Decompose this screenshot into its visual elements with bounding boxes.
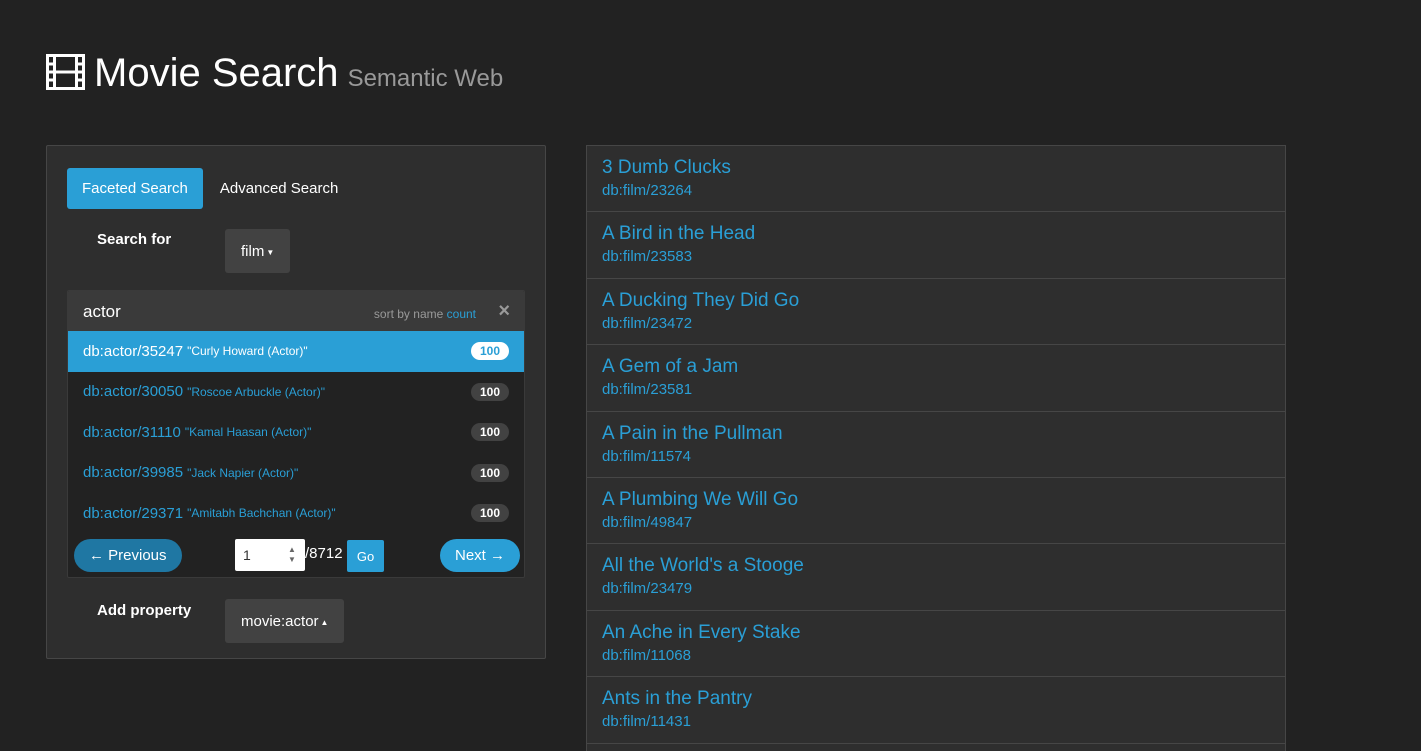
- count-badge: 100: [471, 382, 509, 401]
- result-title-link[interactable]: A Bird in the Head: [602, 223, 1270, 245]
- result-id[interactable]: db:film/11431: [602, 713, 1270, 730]
- results-list: 3 Dumb Clucks db:film/23264 A Bird in th…: [586, 145, 1286, 751]
- facet-item-name: "Kamal Haasan (Actor)": [184, 425, 312, 440]
- app-title: Movie Search: [94, 51, 339, 95]
- facet-item-name: "Curly Howard (Actor)": [187, 344, 308, 359]
- result-item[interactable]: A Plumbing We Will Go db:film/49847: [587, 478, 1285, 545]
- facet-item-id: db:actor/35247: [83, 342, 184, 360]
- page-stepper[interactable]: ▲ ▼: [285, 545, 299, 565]
- facet-item-name: "Jack Napier (Actor)": [187, 465, 299, 480]
- previous-button[interactable]: ← Previous: [74, 539, 182, 572]
- result-title-link[interactable]: Ants in the Pantry: [602, 688, 1270, 710]
- facet-item-id: db:actor/29371: [83, 504, 184, 522]
- result-item[interactable]: Ants in the Pantry db:film/11431: [587, 677, 1285, 744]
- result-title-link[interactable]: An Ache in Every Stake: [602, 622, 1270, 644]
- facet-title: actor: [83, 302, 121, 321]
- result-id[interactable]: db:film/23264: [602, 182, 1270, 199]
- close-icon[interactable]: ×: [498, 301, 510, 321]
- pager: ← Previous ▲ ▼ /8712 Go Next →: [68, 539, 524, 575]
- result-title-link[interactable]: A Plumbing We Will Go: [602, 489, 1270, 511]
- result-id[interactable]: db:film/23479: [602, 580, 1270, 597]
- result-id[interactable]: db:film/49847: [602, 514, 1270, 531]
- search-type-value: film: [241, 242, 265, 260]
- facet-item-name: "Roscoe Arbuckle (Actor)": [187, 384, 325, 399]
- result-item[interactable]: All the World's a Stooge db:film/23479: [587, 544, 1285, 611]
- search-tabs: Faceted Search Advanced Search: [67, 168, 353, 209]
- count-badge: 100: [471, 423, 509, 441]
- count-badge: 100: [471, 504, 509, 522]
- search-panel: Faceted Search Advanced Search Search fo…: [46, 145, 546, 659]
- result-title-link[interactable]: A Gem of a Jam: [602, 356, 1270, 378]
- facet-box: actor sort by name count × db:actor/3524…: [67, 290, 525, 578]
- app-header: Movie Search Semantic Web: [46, 50, 503, 96]
- result-item[interactable]: An Ache in Every Stake db:film/11068: [587, 611, 1285, 678]
- result-item[interactable]: A Pain in the Pullman db:film/11574: [587, 412, 1285, 478]
- result-item[interactable]: A Gem of a Jam db:film/23581: [587, 345, 1285, 412]
- facet-item-name: "Amitabh Bachchan (Actor)": [187, 506, 336, 521]
- caret-down-icon: ▼: [266, 247, 275, 257]
- go-button[interactable]: Go: [347, 540, 384, 572]
- caret-up-icon: ▲: [320, 617, 329, 627]
- app-subtitle: Semantic Web: [347, 65, 504, 92]
- add-property-dropdown[interactable]: movie:actor ▲: [225, 599, 345, 643]
- facet-item-id: db:actor/39985: [83, 464, 184, 482]
- tab-faceted-search[interactable]: Faceted Search: [67, 168, 203, 209]
- facet-header: actor sort by name count ×: [68, 291, 524, 331]
- result-title-link[interactable]: A Ducking They Did Go: [602, 290, 1270, 312]
- facet-item[interactable]: db:actor/35247 "Curly Howard (Actor)" 10…: [68, 331, 524, 372]
- search-type-dropdown[interactable]: film ▼: [225, 229, 291, 273]
- sort-by-count-link[interactable]: count: [447, 307, 476, 321]
- result-item[interactable]: 3 Dumb Clucks db:film/23264: [587, 146, 1285, 213]
- add-property-value: movie:actor: [241, 612, 319, 630]
- film-icon: [46, 54, 85, 90]
- facet-item-id: db:actor/31110: [83, 423, 181, 441]
- page-number-field: ▲ ▼: [235, 539, 305, 571]
- result-item[interactable]: A Bird in the Head db:film/23583: [587, 212, 1285, 279]
- facet-item[interactable]: db:actor/29371 "Amitabh Bachchan (Actor)…: [68, 493, 524, 534]
- search-for-label: Search for: [97, 231, 172, 248]
- result-title-link[interactable]: A Pain in the Pullman: [602, 423, 1270, 445]
- next-button[interactable]: Next →: [439, 539, 520, 572]
- sort-by-name-link[interactable]: name: [413, 307, 443, 321]
- result-id[interactable]: db:film/23581: [602, 381, 1270, 398]
- result-title-link[interactable]: 3 Dumb Clucks: [602, 157, 1270, 179]
- result-id[interactable]: db:film/23472: [602, 315, 1270, 332]
- facet-item-id: db:actor/30050: [83, 383, 184, 401]
- result-item[interactable]: A Ducking They Did Go db:film/23472: [587, 279, 1285, 346]
- result-id[interactable]: db:film/11068: [602, 647, 1270, 664]
- result-id[interactable]: db:film/23583: [602, 248, 1270, 265]
- facet-item[interactable]: db:actor/39985 "Jack Napier (Actor)" 100: [68, 453, 524, 494]
- sort-controls: sort by name count: [374, 307, 476, 321]
- tab-advanced-search[interactable]: Advanced Search: [205, 168, 353, 209]
- facet-item[interactable]: db:actor/30050 "Roscoe Arbuckle (Actor)"…: [68, 372, 524, 413]
- result-title-link[interactable]: All the World's a Stooge: [602, 555, 1270, 577]
- stepper-down-icon[interactable]: ▼: [288, 555, 296, 565]
- add-property-label: Add property: [97, 602, 192, 619]
- sort-prefix: sort by: [373, 307, 410, 321]
- page-total: /8712: [305, 545, 343, 562]
- page-number-input[interactable]: [235, 540, 285, 570]
- facet-item[interactable]: db:actor/31110 "Kamal Haasan (Actor)" 10…: [68, 412, 524, 453]
- result-id[interactable]: db:film/11574: [602, 448, 1270, 465]
- count-badge: 100: [471, 463, 509, 482]
- stepper-up-icon[interactable]: ▲: [288, 545, 296, 555]
- count-badge: 100: [471, 342, 509, 360]
